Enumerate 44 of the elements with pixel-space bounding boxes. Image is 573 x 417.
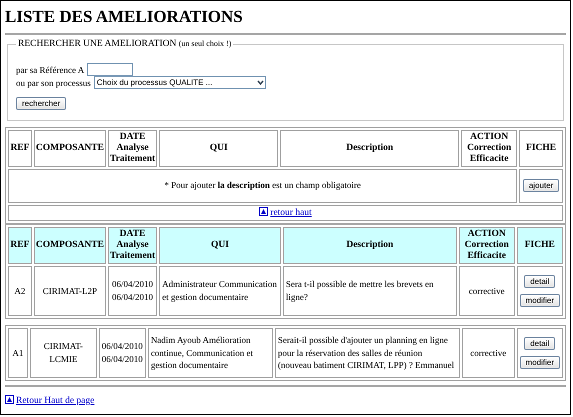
column-header: QUI	[159, 130, 278, 167]
column-header: COMPOSANTE	[34, 130, 106, 167]
column-header: ACTION Correction Efficacite	[461, 130, 518, 167]
column-header: FICHE	[516, 227, 563, 264]
column-header: REF	[8, 130, 32, 167]
chevron-down-icon	[256, 78, 265, 87]
table-cell: Administrateur Communication et gestion documentaire	[159, 266, 281, 316]
field-label: par sa Référence A	[16, 64, 84, 74]
search-legend: RECHERCHER UNE AMELIORATION (un seul choix !)	[18, 39, 232, 49]
table-cell: Nadim Ayoub Amélioration continue, Communication et gestion documentaire	[148, 328, 273, 378]
table-cell: corrective	[462, 328, 515, 378]
field-label: ou par son processus	[16, 78, 91, 88]
table-cell: 06/04/2010 06/04/2010	[98, 328, 146, 378]
column-header: FICHE	[519, 130, 563, 167]
table-cell: CIRIMAT-L2P	[34, 266, 106, 316]
table-cell: 06/04/2010 06/04/2010	[108, 266, 158, 316]
table-cell: corrective	[458, 266, 515, 316]
table-cell: A2	[8, 266, 32, 316]
page-title: LISTE DES AMELIORATIONS	[5, 7, 244, 27]
column-header: Description	[280, 130, 460, 167]
reference-input[interactable]	[87, 63, 134, 76]
process-select[interactable]: Choix du processus QUALITE ...	[94, 76, 266, 89]
search-button[interactable]: rechercher	[16, 97, 66, 110]
detail-button[interactable]: detail	[524, 336, 556, 350]
table-cell: A1	[8, 328, 28, 378]
modify-button[interactable]: modifier	[520, 356, 560, 369]
column-header: Description	[282, 227, 457, 264]
table-cell: CIRIMAT-LCMIE	[30, 328, 97, 378]
detail-button[interactable]: detail	[524, 274, 556, 288]
column-header: DATE Analyse Traitement	[108, 130, 158, 167]
up-arrow-icon	[5, 394, 14, 404]
modify-button[interactable]: modifier	[520, 294, 560, 307]
table-cell: Sera t-il possible de mettre les brevets en ligne?	[282, 266, 457, 316]
back-to-top-link[interactable]: retour haut	[270, 208, 312, 218]
column-header: ACTION Correction Efficacite	[458, 227, 515, 264]
column-header: COMPOSANTE	[34, 227, 106, 264]
add-button[interactable]: ajouter	[522, 179, 560, 192]
note-text: * Pour ajouter la description est un champ obligatoire	[164, 180, 361, 190]
back-to-top-link[interactable]: Retour Haut de page	[16, 396, 94, 406]
table-cell: Serait-il possible d'ajouter un planning en ligne pour la réservation des salles de réunion (nouveau batiment CIRIMAT, LPP) ? Emmanuel	[274, 328, 460, 378]
up-arrow-icon	[259, 206, 268, 216]
column-header: QUI	[159, 227, 281, 264]
column-header: DATE Analyse Traitement	[108, 227, 158, 264]
column-header: REF	[8, 227, 32, 264]
